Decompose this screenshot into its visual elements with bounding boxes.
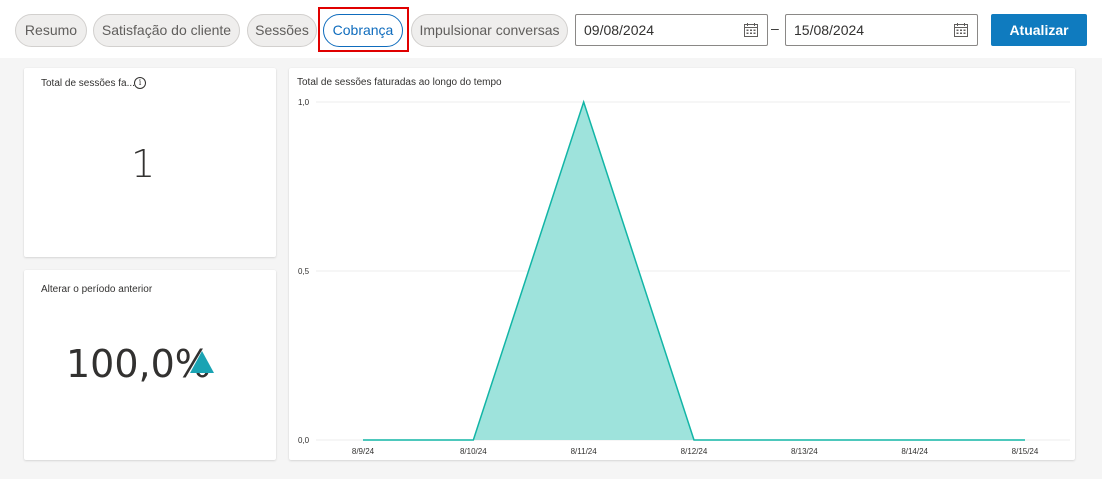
end-date-field[interactable]: 15/08/2024: [785, 14, 978, 46]
chart-title: Total de sessões faturadas ao longo do t…: [297, 77, 502, 88]
x-tick-label: 8/9/24: [352, 447, 375, 456]
date-range-separator: –: [771, 20, 779, 36]
start-date-field[interactable]: 09/08/2024: [575, 14, 768, 46]
billed-sessions-chart: 0,0 0,5 1,0 8/9/24 8/10/24 8/11/24 8/12/24 8/13…: [298, 98, 1070, 456]
tab-cobranca[interactable]: Cobrança: [323, 14, 403, 47]
x-tick-label: 8/12/24: [681, 447, 708, 456]
info-icon[interactable]: i: [134, 77, 146, 89]
tab-satisfacao-do-cliente[interactable]: Satisfação do cliente: [93, 14, 240, 47]
calendar-icon[interactable]: [953, 22, 969, 38]
calendar-icon[interactable]: [743, 22, 759, 38]
up-triangle-icon: [190, 351, 214, 373]
refresh-button[interactable]: Atualizar: [991, 14, 1087, 46]
tab-resumo[interactable]: Resumo: [15, 14, 87, 47]
end-date-value: 15/08/2024: [794, 22, 865, 38]
total-sessions-value: 1: [131, 142, 156, 186]
start-date-value: 09/08/2024: [584, 22, 655, 38]
tab-sessoes[interactable]: Sessões: [247, 14, 317, 47]
x-tick-label: 8/11/24: [571, 447, 598, 456]
tab-impulsionar-conversas[interactable]: Impulsionar conversas: [411, 14, 568, 47]
y-tick-label: 0,0: [298, 436, 310, 445]
total-sessions-title: Total de sessões fa...: [41, 78, 135, 89]
y-tick-label: 0,5: [298, 267, 310, 276]
x-tick-label: 8/10/24: [460, 447, 487, 456]
x-tick-label: 8/14/24: [901, 447, 928, 456]
y-tick-label: 1,0: [298, 98, 310, 107]
period-change-title: Alterar o período anterior: [41, 284, 153, 295]
toolbar: Resumo Satisfação do cliente Sessões Cob…: [0, 0, 1102, 58]
x-tick-label: 8/15/24: [1012, 447, 1039, 456]
x-tick-label: 8/13/24: [791, 447, 818, 456]
